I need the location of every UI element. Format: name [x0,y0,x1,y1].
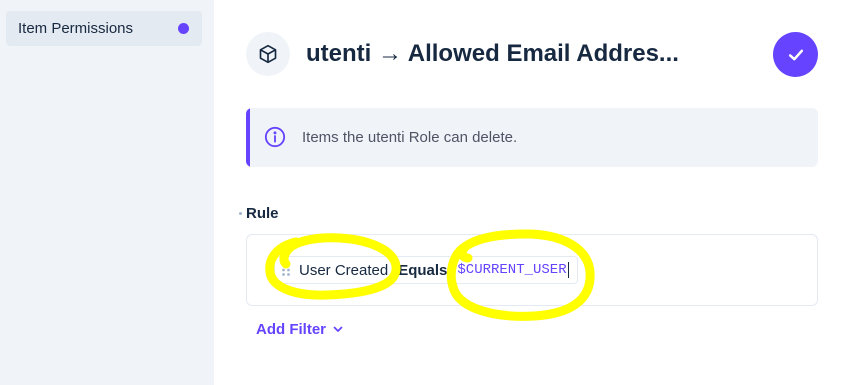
chevron-down-icon [333,326,343,332]
filter-rule[interactable]: User Created Equals $CURRENT_USER [274,256,578,284]
filter-field-name[interactable]: User Created [299,262,388,279]
sidebar-item-item-permissions[interactable]: Item Permissions [6,11,202,46]
info-icon [264,126,286,148]
rule-label: Rule [246,205,279,222]
save-button[interactable] [773,32,818,77]
sidebar: Item Permissions [0,0,214,385]
page-title: utenti → Allowed Email Addres... [306,40,679,67]
check-icon [788,49,803,60]
filter-value-input[interactable]: $CURRENT_USER [457,262,569,278]
required-indicator [239,212,242,215]
add-filter-button[interactable]: Add Filter [256,318,344,340]
active-indicator-dot [178,23,189,34]
drag-handle-icon[interactable] [281,263,291,277]
add-filter-label: Add Filter [256,320,326,338]
sidebar-item-label: Item Permissions [18,20,134,37]
notice-accent-bar [246,108,250,167]
filter-operator[interactable]: Equals [398,262,447,279]
cube-icon [246,32,290,76]
info-notice: Items the utenti Role can delete. [246,108,818,167]
notice-text: Items the utenti Role can delete. [302,129,518,146]
